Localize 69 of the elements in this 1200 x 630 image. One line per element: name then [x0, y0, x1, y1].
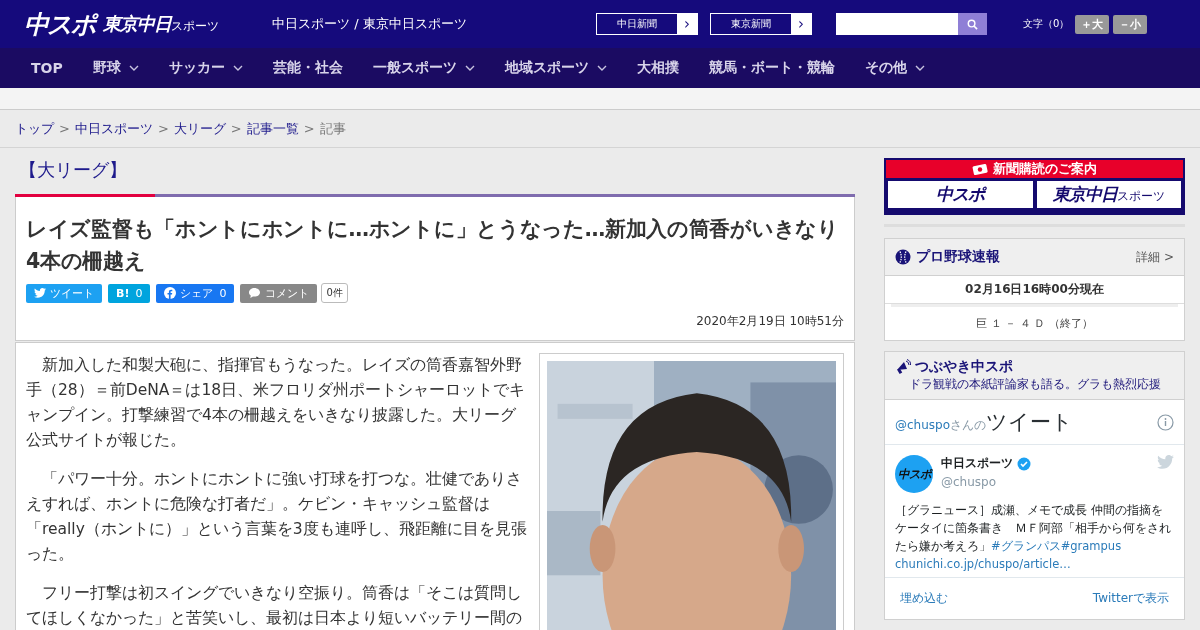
breadcrumb-link[interactable]: 中日スポーツ [74, 119, 153, 138]
nav-item[interactable]: 一般スポーツ [357, 59, 490, 77]
account-avatar[interactable]: 中スポ [895, 455, 933, 493]
article-paragraph: 「パワー十分。ホントにホントに強い打球を打つな。壮健でありさえすれば、ホントに危険な打者だ」。ケビン・キャッシュ監督は「really（ホントに）」という言葉を3度も連呼し、飛距離に目を見張った。 [26, 469, 528, 565]
article-paragraph: 新加入した和製大砲に、指揮官もうなった。レイズの筒香嘉智外野手（28）＝前DeNA＝は18日、米フロリダ州ポートシャーロットでキャンプイン。打撃練習で4本の柵越えをいきなり披露した。大リーグ公式サイトが報じた。 [26, 355, 527, 451]
breadcrumb-separator: > [230, 121, 242, 136]
newspaper-logo[interactable]: 中スポ [888, 181, 1033, 208]
site-logo[interactable]: 中スポ 東京中日スポーツ [24, 7, 272, 41]
hashtag-link[interactable]: #grampus [1060, 539, 1122, 553]
comment-count: 0件 [321, 283, 348, 303]
chevron-down-icon[interactable] [596, 65, 607, 71]
current-page-label: 記事 [319, 119, 346, 138]
breadcrumb-separator: > [303, 121, 315, 136]
tweet-footer-link[interactable]: Twitterで表示 [1092, 590, 1169, 607]
chevron-down-icon[interactable] [464, 65, 475, 71]
article-link[interactable]: chunichi.co.jp/chuspo/article… [895, 557, 1071, 571]
subscription-banner[interactable]: 新聞購読のご案内 中スポ 東京中日スポーツ [884, 158, 1185, 215]
newspaper-link[interactable]: 中日新聞 › [596, 13, 698, 35]
bird-icon [34, 288, 46, 298]
account-link[interactable]: @chuspo [895, 418, 951, 432]
chevron-down-icon[interactable] [914, 65, 925, 71]
newspaper-logo[interactable]: 東京中日スポーツ [1036, 181, 1181, 208]
nav-item[interactable]: 大相撲 [621, 59, 694, 77]
site-title: 中日スポーツ / 東京中日スポーツ [272, 15, 468, 33]
panel-subtitle: ドラ観戦の本紙評論家も語る。グラも熱烈応援 [909, 376, 1161, 393]
facebook-icon [164, 287, 177, 299]
game-score[interactable]: 巨 １ － ４ Ｄ （終了） [976, 317, 1093, 330]
ticket-icon [972, 163, 988, 175]
article-paragraph: フリー打撃は初スイングでいきなり空振り。筒香は「そこは質問してほしくなかった」と苦笑いし、最初は日本より短いバッテリー間の [26, 583, 523, 629]
breadcrumb-link[interactable]: トップ [15, 119, 54, 138]
article-title: レイズ監督も「ホントにホントに…ホントに」とうなった…新加入の筒香がいきなり4本の柵越え [26, 216, 840, 275]
speech-bubble-icon [248, 287, 262, 299]
tweet-footer-link[interactable]: 埋め込む [900, 590, 948, 607]
article-date: 2020年2月19日 10時51分 [695, 313, 844, 330]
panel-title: つぶやき中スポ [915, 358, 1013, 376]
breadcrumb-separator: > [157, 121, 169, 136]
breadcrumb-link[interactable]: 記事一覧 [246, 119, 299, 138]
breadcrumb-link[interactable]: 大リーグ [173, 119, 226, 138]
search-icon[interactable] [967, 18, 978, 30]
tweet-text: ［グラニュース］成瀬、メモで成長 仲間の指摘をケータイに箇条書き ＭＦ阿部「相手から何をされたら嫌か考えろ」#グランパス#grampus chunichi.co.jp/chuspo/article… [895, 502, 1172, 573]
update-time: 02月16日16時00分現在 [885, 276, 1184, 304]
panel-title: プロ野球速報 [916, 248, 1000, 266]
megaphone-icon [895, 359, 911, 375]
account-handle: @chuspo [941, 475, 998, 489]
font-size-label: 文字（0） [1023, 17, 1070, 31]
bird-icon [1157, 455, 1174, 469]
hashtag-link[interactable]: #グランパス [991, 539, 1061, 553]
share-button[interactable]: シェア 0 [156, 283, 235, 303]
timeline-label: さんの [950, 418, 987, 434]
nav-item[interactable]: 野球 [77, 59, 154, 77]
nav-item[interactable]: サッカー [153, 59, 258, 77]
newspaper-link[interactable]: 東京新聞 › [710, 13, 812, 35]
category-heading: 【大リーグ】 [18, 158, 128, 182]
info-icon[interactable] [1157, 413, 1174, 431]
account-name[interactable]: 中日スポーツ [941, 455, 1013, 472]
details-link[interactable]: 詳細 > [1136, 248, 1174, 266]
nav-item[interactable]: 地域スポーツ [489, 59, 622, 77]
baseball-icon [895, 249, 911, 265]
search-field[interactable] [836, 13, 987, 35]
breadcrumb-separator: > [59, 121, 70, 136]
chevron-down-icon[interactable] [128, 65, 139, 71]
nav-item[interactable]: その他 [849, 59, 940, 77]
chevron-down-icon[interactable] [232, 65, 243, 71]
comment-button[interactable]: コメント [240, 283, 318, 303]
subscription-title: 新聞購読のご案内 [886, 160, 1183, 178]
nav-item[interactable]: 競馬・ボート・競輪 [693, 59, 850, 77]
nav-item[interactable]: 芸能・社会 [257, 59, 358, 77]
nav-item[interactable]: TOP [16, 60, 78, 76]
timeline-heading: ツイート [986, 409, 1074, 436]
